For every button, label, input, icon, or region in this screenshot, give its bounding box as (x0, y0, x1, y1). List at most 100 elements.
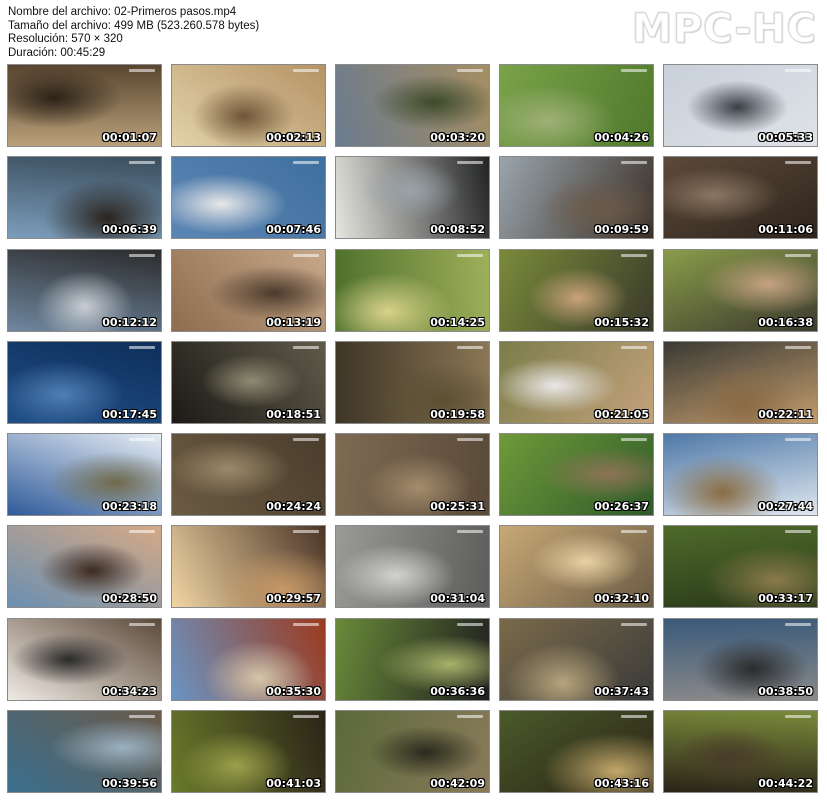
channel-logo-icon (129, 69, 155, 72)
thumbnail-herd-black-white[interactable]: 00:31:04 (335, 525, 490, 609)
timestamp-label: 00:15:32 (594, 315, 649, 329)
thumbnail-chimp-closeup[interactable]: 00:44:22 (663, 710, 818, 794)
channel-logo-icon (785, 253, 811, 257)
thumbnail-penguin-colony[interactable]: 00:05:33 (663, 64, 818, 147)
channel-logo-icon (457, 161, 483, 165)
thumbnail-monkey-with-ball[interactable]: 00:21:05 (499, 340, 654, 424)
timestamp-label: 00:06:39 (102, 223, 157, 237)
thumbnail-sheep-in-pen[interactable]: 00:02:13 (171, 64, 326, 147)
thumbnail-monkey-in-shadow[interactable]: 00:18:51 (171, 340, 326, 424)
timestamp-label: 00:28:50 (102, 592, 157, 606)
thumbnail-seal-on-rocks[interactable]: 00:01:07 (7, 64, 162, 147)
thumbnail-elephants-in-mud[interactable]: 00:25:31 (335, 433, 490, 517)
timestamp-label: 00:05:33 (758, 131, 813, 144)
channel-logo-icon (129, 161, 155, 165)
duration-line: Duración: 00:45:29 (8, 46, 106, 59)
thumbnail-sunlit-enclosure[interactable]: 00:32:10 (499, 525, 654, 609)
timestamp-label: 00:23:18 (102, 500, 157, 514)
timestamp-label: 00:37:43 (594, 684, 649, 698)
thumbnail-chimps-climbing[interactable]: 00:43:16 (499, 710, 654, 794)
thumbnail-truck-on-road[interactable]: 00:03:20 (335, 64, 490, 147)
channel-logo-icon (621, 69, 647, 72)
channel-logo-icon (621, 438, 647, 442)
thumbnail-mud-elephant[interactable]: 00:24:24 (171, 433, 326, 517)
thumbnail-animal-in-water[interactable]: 00:33:17 (663, 525, 818, 609)
timestamp-label: 00:25:31 (430, 500, 485, 514)
channel-logo-icon (129, 345, 155, 349)
channel-logo-icon (293, 345, 319, 349)
channel-logo-icon (129, 253, 155, 257)
timestamp-label: 00:34:23 (102, 684, 157, 698)
timestamp-label: 00:39:56 (102, 777, 157, 791)
thumbnail-keeper-in-vehicle[interactable]: 00:15:32 (499, 248, 654, 332)
thumbnail-seal-on-shore[interactable]: 00:39:56 (7, 710, 162, 794)
file-size-line: Tamaño del archivo: 499 MB (523.260.578 … (8, 19, 260, 32)
channel-logo-icon (129, 438, 155, 442)
channel-logo-icon (621, 161, 647, 165)
thumbnail-animals-on-grass[interactable]: 00:04:26 (499, 64, 654, 147)
channel-logo-icon (293, 438, 319, 442)
thumbnail-keeper-and-elephants[interactable]: 00:26:37 (499, 433, 654, 517)
timestamp-label: 00:31:04 (430, 592, 485, 606)
timestamp-label: 00:29:57 (266, 592, 321, 606)
thumbnail-gannets-closeup[interactable]: 00:08:52 (335, 156, 490, 240)
thumbnail-rocky-coast[interactable]: 00:12:12 (7, 248, 162, 332)
thumbnail-woman-presenter[interactable]: 00:28:50 (7, 525, 162, 609)
timestamp-label: 00:41:03 (266, 777, 321, 791)
thumbnail-keeper-driving[interactable]: 00:16:38 (663, 248, 818, 332)
thumbnail-chimp-in-tree[interactable]: 00:42:09 (335, 710, 490, 794)
channel-logo-icon (457, 253, 483, 257)
channel-logo-icon (785, 345, 811, 349)
timestamp-label: 00:43:16 (594, 777, 649, 791)
timestamp-label: 00:38:50 (758, 684, 813, 698)
timestamp-label: 00:36:36 (430, 684, 485, 698)
file-info: Nombre del archivo: 02-Primeros pasos.mp… (8, 6, 259, 60)
timestamp-label: 00:09:59 (594, 223, 649, 237)
thumbnail-chimps-on-grass[interactable]: 00:41:03 (171, 710, 326, 794)
channel-logo-icon (621, 715, 647, 719)
channel-logo-icon (129, 622, 155, 626)
timestamp-label: 00:24:24 (266, 500, 321, 514)
timestamp-label: 00:17:45 (102, 407, 157, 421)
thumbnail-bird-in-sky[interactable]: 00:07:46 (171, 156, 326, 240)
timestamp-label: 00:32:10 (594, 592, 649, 606)
thumbnail-monkey-on-branch[interactable]: 00:19:58 (335, 340, 490, 424)
timestamp-label: 00:33:17 (758, 592, 813, 606)
channel-logo-icon (457, 715, 483, 719)
channel-logo-icon (293, 622, 319, 626)
timestamp-label: 00:12:12 (102, 315, 157, 329)
channel-logo-icon (621, 622, 647, 626)
timestamp-label: 00:08:52 (430, 223, 485, 237)
thumbnail-goats-feeding[interactable]: 00:38:50 (663, 617, 818, 701)
thumbnail-meerkats-on-grass[interactable]: 00:14:25 (335, 248, 490, 332)
timestamp-label: 00:44:22 (758, 777, 813, 791)
thumbnail-goats-on-rocks[interactable]: 00:37:43 (499, 617, 654, 701)
thumbnail-clouds-over-land[interactable]: 00:23:18 (7, 433, 162, 517)
thumbnail-whale-underwater[interactable]: 00:17:45 (7, 340, 162, 424)
thumbnail-sky-over-plains[interactable]: 00:27:44 (663, 433, 818, 517)
thumbnail-monkey-sitting[interactable]: 00:22:11 (663, 340, 818, 424)
file-name-line: Nombre del archivo: 02-Primeros pasos.mp… (8, 6, 237, 18)
channel-logo-icon (785, 622, 811, 626)
thumbnail-grid: 00:01:07 00:02:13 00:03:20 00:04:26 00:05:33… (7, 64, 818, 794)
thumbnail-seal-on-beach[interactable]: 00:09:59 (499, 156, 654, 240)
thumbnail-black-goat[interactable]: 00:36:36 (335, 617, 490, 701)
thumbnail-seal-closeup[interactable]: 00:11:06 (663, 156, 818, 240)
timestamp-label: 00:11:06 (758, 223, 813, 237)
timestamp-label: 00:22:11 (758, 407, 813, 421)
timestamp-label: 00:19:58 (430, 407, 485, 421)
thumbnail-orangutan-and-rope[interactable]: 00:35:30 (171, 617, 326, 701)
thumbnail-hanging-bells[interactable]: 00:34:23 (7, 617, 162, 701)
thumbnail-elephant-legs-sunset[interactable]: 00:29:57 (171, 525, 326, 609)
resolution-line: Resolución: 570 × 320 (8, 33, 123, 45)
channel-logo-icon (293, 253, 319, 257)
channel-logo-icon (621, 253, 647, 257)
thumbnail-seal-on-rocks-2[interactable]: 00:13:19 (171, 248, 326, 332)
channel-logo-icon (457, 345, 483, 349)
timestamp-label: 00:13:19 (266, 315, 321, 329)
thumbnail-waves-on-rocks[interactable]: 00:06:39 (7, 156, 162, 240)
channel-logo-icon (293, 69, 319, 72)
timestamp-label: 00:35:30 (266, 684, 321, 698)
timestamp-label: 00:01:07 (102, 131, 157, 144)
channel-logo-icon (457, 622, 483, 626)
